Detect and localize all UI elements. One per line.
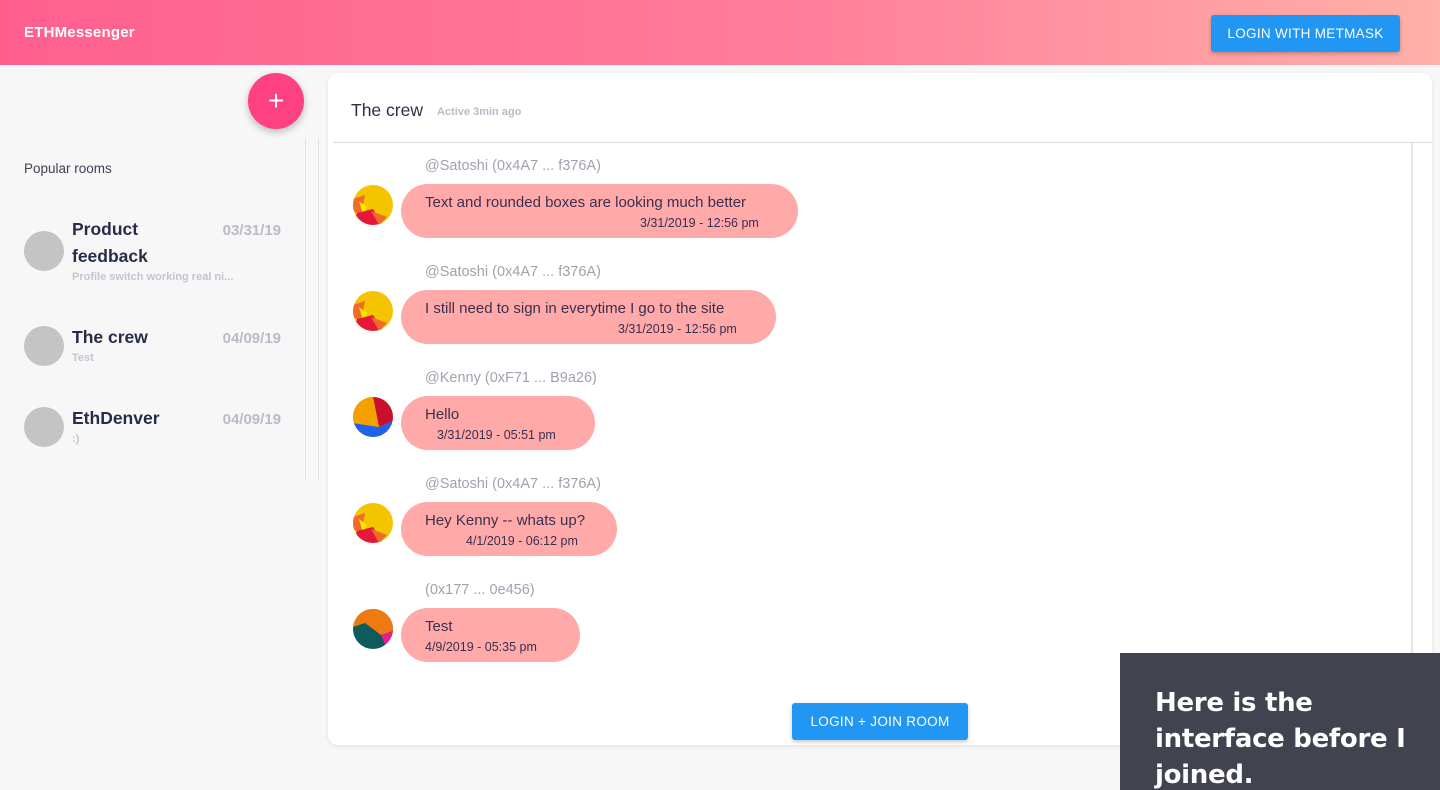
room-preview: Test <box>72 352 94 364</box>
popular-rooms-heading: Popular rooms <box>24 161 112 176</box>
app-title: ETHMessenger <box>24 24 135 41</box>
login-join-room-button[interactable]: LOGIN + JOIN ROOM <box>792 703 968 740</box>
room-name: EthDenver <box>72 408 160 428</box>
message-time: 3/31/2019 - 05:51 pm <box>437 428 556 442</box>
room-preview: Profile switch working real ni... <box>72 271 234 283</box>
message-bubble: Test 4/9/2019 - 05:35 pm <box>401 608 580 662</box>
chat-room-status: Active 3min ago <box>437 106 522 118</box>
message-author: @Satoshi (0x4A7 ... f376A) <box>425 264 601 280</box>
message-bubble: I still need to sign in everytime I go t… <box>401 290 776 344</box>
room-name: The crew <box>72 327 148 347</box>
chat-header-divider <box>333 142 1432 143</box>
caption-overlay: Here is the interface before I joined. <box>1120 653 1440 790</box>
room-avatar <box>24 231 64 271</box>
app-header: ETHMessenger LOGIN WITH METMASK <box>0 0 1440 65</box>
message-time: 4/9/2019 - 05:35 pm <box>425 640 537 654</box>
message-author: @Satoshi (0x4A7 ... f376A) <box>425 158 601 174</box>
add-room-button[interactable]: + <box>248 73 304 129</box>
message-text: Hello <box>425 406 460 423</box>
avatar-kenny-icon <box>353 397 393 437</box>
login-metamask-button[interactable]: LOGIN WITH METMASK <box>1211 15 1400 52</box>
chat-scrollbar[interactable] <box>1411 143 1413 663</box>
message-bubble: Text and rounded boxes are looking much … <box>401 184 798 238</box>
room-name: Product feedback <box>72 219 148 266</box>
message-time: 3/31/2019 - 12:56 pm <box>618 322 737 336</box>
message-text: I still need to sign in everytime I go t… <box>425 300 725 317</box>
message-author: @Satoshi (0x4A7 ... f376A) <box>425 476 601 492</box>
room-preview: :) <box>72 433 80 445</box>
room-item-product-feedback[interactable]: Product feedback 03/31/19 Profile switch… <box>24 215 284 295</box>
room-avatar <box>24 326 64 366</box>
room-item-the-crew[interactable]: The crew 04/09/19 Test <box>24 323 284 373</box>
message-bubble: Hey Kenny -- whats up? 4/1/2019 - 06:12 … <box>401 502 617 556</box>
message-text: Text and rounded boxes are looking much … <box>425 194 747 211</box>
message-author: (0x177 ... 0e456) <box>425 582 535 598</box>
room-avatar <box>24 407 64 447</box>
room-item-ethdenver[interactable]: EthDenver 04/09/19 :) <box>24 404 284 454</box>
caption-text: Here is the interface before I joined. <box>1155 688 1406 790</box>
sidebar-divider <box>305 138 306 480</box>
message-bubble: Hello 3/31/2019 - 05:51 pm <box>401 396 595 450</box>
room-date: 04/09/19 <box>222 411 281 428</box>
message-author: @Kenny (0xF71 ... B9a26) <box>425 370 597 386</box>
room-date: 03/31/19 <box>222 222 281 239</box>
sidebar-divider <box>318 138 319 480</box>
plus-icon: + <box>267 85 285 116</box>
avatar-satoshi-icon <box>353 185 393 225</box>
avatar-satoshi-icon <box>353 503 393 543</box>
message-time: 4/1/2019 - 06:12 pm <box>466 534 578 548</box>
chat-panel: The crew Active 3min ago @Satoshi (0x4A7… <box>328 73 1432 745</box>
message-text: Hey Kenny -- whats up? <box>425 512 586 529</box>
avatar-satoshi-icon <box>353 291 393 331</box>
avatar-anon-icon <box>353 609 393 649</box>
message-time: 3/31/2019 - 12:56 pm <box>640 216 759 230</box>
room-date: 04/09/19 <box>222 330 281 347</box>
message-text: Test <box>425 618 453 635</box>
chat-room-title: The crew <box>351 100 423 120</box>
